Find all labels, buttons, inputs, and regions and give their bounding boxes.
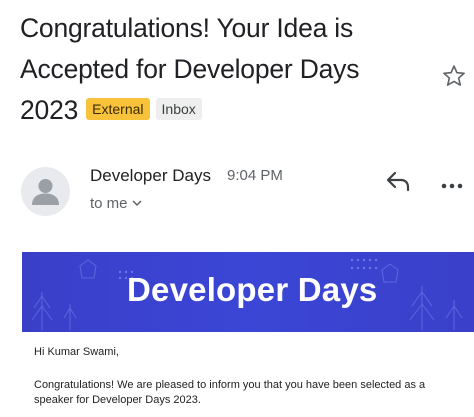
sender-name: Developer Days <box>90 166 211 185</box>
subject-line-1: Congratulations! Your Idea is <box>20 13 354 43</box>
recipient-label: to me <box>90 195 128 212</box>
email-view: Congratulations! Your Idea is Accepted f… <box>0 0 474 417</box>
inbox-label[interactable]: Inbox <box>155 98 202 120</box>
sent-time: 9:04 PM <box>227 167 283 184</box>
star-icon[interactable] <box>441 63 467 89</box>
person-icon <box>32 179 59 205</box>
subject-line-2: Accepted for Developer Days <box>20 54 360 84</box>
banner-title: Developer Days <box>127 271 378 308</box>
chevron-down-icon <box>131 200 142 207</box>
subject-line-3-text: 2023 <box>20 95 79 125</box>
event-banner: Developer Days <box>22 252 474 332</box>
email-subject: Congratulations! Your Idea is Accepted f… <box>20 8 430 131</box>
subject-line-3: 2023 External Inbox <box>20 90 430 131</box>
more-horizontal-icon <box>441 183 463 189</box>
avatar[interactable] <box>21 167 70 216</box>
reply-icon <box>386 171 410 192</box>
external-label[interactable]: External <box>86 98 150 120</box>
more-options-button[interactable] <box>441 177 463 189</box>
recipient-details-toggle[interactable]: to me <box>90 194 142 214</box>
reply-button[interactable] <box>385 170 411 192</box>
email-greeting: Hi Kumar Swami, <box>34 346 119 358</box>
email-paragraph: Congratulations! We are pleased to infor… <box>34 379 426 406</box>
